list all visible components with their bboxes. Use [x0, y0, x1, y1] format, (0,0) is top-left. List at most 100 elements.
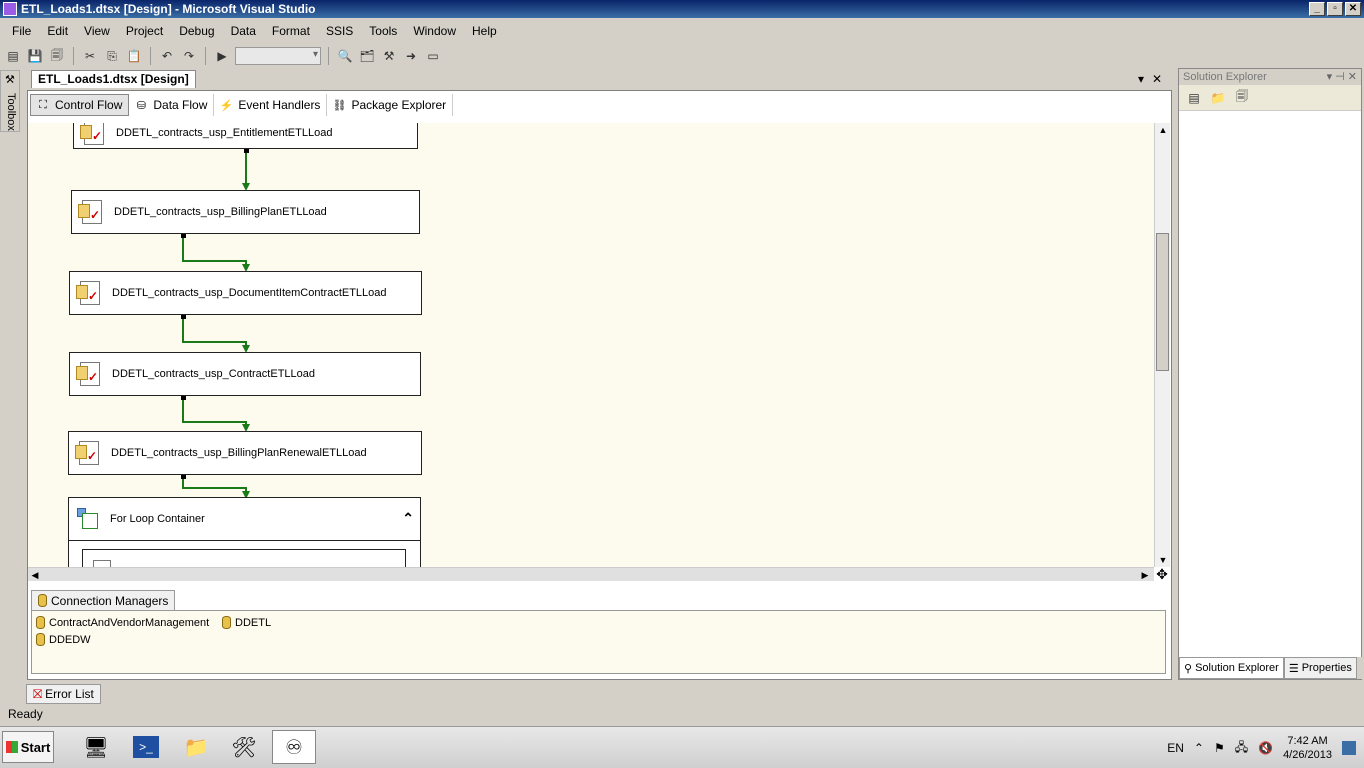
precedence-arrow[interactable]	[182, 315, 247, 349]
execute-sql-task[interactable]: ✓ DDETL_contracts_usp_BillingPlanRenewal…	[68, 431, 422, 475]
scroll-left-icon[interactable]: ◀	[28, 568, 42, 582]
clock[interactable]: 7:42 AM 4/26/2013	[1283, 734, 1332, 762]
menu-edit[interactable]: Edit	[39, 24, 76, 38]
scroll-right-icon[interactable]: ▶	[1138, 568, 1152, 582]
control-flow-canvas[interactable]: ✓ DDETL_contracts_usp_EntitlementETLLoad…	[28, 123, 1154, 567]
tab-data-flow[interactable]: ⛁ Data Flow	[129, 94, 215, 116]
event-handlers-icon: ⚡	[219, 99, 234, 112]
show-desktop-icon[interactable]	[1342, 741, 1356, 755]
for-loop-icon	[77, 508, 99, 530]
scroll-up-icon[interactable]: ▲	[1155, 123, 1171, 137]
show-hidden-icons-icon[interactable]: ⌃	[1194, 741, 1204, 755]
close-button[interactable]: ✕	[1345, 2, 1361, 16]
connection-manager-item[interactable]: ContractAndVendorManagement	[36, 616, 209, 629]
properties-icon: ☰	[1288, 662, 1299, 675]
panel-title: Solution Explorer	[1183, 71, 1267, 83]
for-loop-container[interactable]: For Loop Container ⌃	[68, 497, 421, 567]
powershell-icon[interactable]: >_	[124, 730, 168, 764]
container-label: For Loop Container	[110, 513, 205, 525]
find-icon[interactable]: 🔍	[336, 47, 354, 65]
task-label: DDETL_contracts_usp_EntitlementETLLoad	[116, 127, 333, 139]
clock-time: 7:42 AM	[1287, 735, 1328, 747]
properties-icon[interactable]: ▤	[1185, 89, 1203, 107]
network-icon[interactable]: 🖧	[1235, 738, 1248, 759]
menu-view[interactable]: View	[76, 24, 118, 38]
paste-icon[interactable]: 📋	[125, 47, 143, 65]
pan-icon[interactable]: ✥	[1154, 567, 1170, 581]
refresh-icon[interactable]: 🗐	[1233, 89, 1251, 107]
start-label: Start	[20, 739, 51, 755]
solution-explorer-panel: Solution Explorer ▾ ⊣ ✕ ▤ 📁 🗐 ⚲ Solution…	[1178, 68, 1363, 680]
taskbar: Start 🖥 >_ 📁 🛠 ♾ EN ⌃ ⚑ 🖧 🔇 7:42 AM 4/26…	[0, 726, 1364, 768]
task-label: DDETL_contracts_usp_BillingPlanRenewalET…	[111, 447, 367, 459]
connection-manager-item[interactable]: DDEDW	[36, 633, 91, 646]
tab-control-flow[interactable]: ⛶ Control Flow	[30, 94, 130, 116]
save-all-icon[interactable]: 🗐	[48, 47, 66, 65]
close-document-icon[interactable]: ✕	[1152, 72, 1162, 86]
start-debugging-icon[interactable]: ▶	[213, 47, 231, 65]
execute-sql-task[interactable]: ✓ DDETL_contracts_usp_EntitlementETLLoad	[73, 123, 418, 149]
precedence-arrow[interactable]	[182, 475, 247, 495]
execute-sql-task-icon: ✓	[80, 123, 108, 147]
copy-icon[interactable]: ⎘	[103, 47, 121, 65]
tab-properties[interactable]: ☰ Properties	[1283, 657, 1357, 679]
connection-managers-area[interactable]: ContractAndVendorManagement DDETL DDEDW	[31, 610, 1166, 674]
menu-ssis[interactable]: SSIS	[318, 24, 361, 38]
package-designer: ⛶ Control Flow ⛁ Data Flow ⚡ Event Handl…	[27, 90, 1172, 680]
explorer-icon[interactable]: 📁	[174, 730, 218, 764]
language-indicator[interactable]: EN	[1167, 741, 1184, 755]
execute-sql-task[interactable]: ✓ DDETL_contracts_usp_BillingPlanETLLoad	[71, 190, 420, 234]
properties-icon[interactable]: ⚒	[380, 47, 398, 65]
precedence-arrow[interactable]	[182, 396, 247, 428]
menu-format[interactable]: Format	[264, 24, 318, 38]
tab-solution-explorer[interactable]: ⚲ Solution Explorer	[1179, 657, 1284, 679]
connection-manager-item[interactable]: DDETL	[222, 616, 271, 629]
action-center-flag-icon[interactable]: ⚑	[1214, 741, 1225, 755]
tab-event-handlers[interactable]: ⚡ Event Handlers	[214, 94, 328, 116]
tab-package-explorer[interactable]: ⛓ Package Explorer	[327, 94, 454, 116]
sql-tools-icon[interactable]: 🛠	[222, 730, 266, 764]
canvas-vertical-scrollbar[interactable]: ▲ ▼	[1154, 123, 1170, 567]
menu-debug[interactable]: Debug	[171, 24, 222, 38]
menu-data[interactable]: Data	[223, 24, 264, 38]
cut-icon[interactable]: ✂	[81, 47, 99, 65]
volume-muted-icon[interactable]: 🔇	[1258, 741, 1273, 755]
active-files-dropdown-icon[interactable]: ▾	[1138, 72, 1144, 86]
visual-studio-taskbar-icon[interactable]: ♾	[272, 730, 316, 764]
menu-window[interactable]: Window	[405, 24, 464, 38]
minimize-button[interactable]: _	[1309, 2, 1325, 16]
restore-button[interactable]: ▫	[1327, 2, 1343, 16]
menu-help[interactable]: Help	[464, 24, 505, 38]
solution-configuration-dropdown[interactable]	[235, 47, 321, 65]
redo-icon[interactable]: ↷	[180, 47, 198, 65]
task-label: DDETL_contracts_usp_BillingPlanETLLoad	[114, 206, 327, 218]
menu-tools[interactable]: Tools	[361, 24, 405, 38]
menu-file[interactable]: File	[4, 24, 39, 38]
toolbox-tab[interactable]: ⚒ Toolbox	[0, 70, 20, 132]
document-tab[interactable]: ETL_Loads1.dtsx [Design]	[31, 70, 196, 88]
solution-explorer-icon[interactable]: 🗂	[358, 47, 376, 65]
save-icon[interactable]: 💾	[26, 47, 44, 65]
inner-task[interactable]	[82, 549, 406, 567]
show-all-files-icon[interactable]: 📁	[1209, 89, 1227, 107]
error-list-tab[interactable]: ⛝ Error List	[26, 684, 101, 704]
database-icon	[222, 616, 231, 629]
canvas-horizontal-scrollbar[interactable]: ◀ ▶	[28, 567, 1154, 581]
start-button[interactable]: Start	[2, 731, 54, 763]
system-tray: EN ⌃ ⚑ 🖧 🔇 7:42 AM 4/26/2013	[1167, 727, 1364, 768]
execute-sql-task[interactable]: ✓ DDETL_contracts_usp_ContractETLLoad	[69, 352, 421, 396]
new-project-icon[interactable]: ▤	[4, 47, 22, 65]
connection-managers-tab[interactable]: Connection Managers	[31, 590, 176, 610]
panel-controls[interactable]: ▾ ⊣ ✕	[1327, 69, 1357, 85]
object-browser-icon[interactable]: ➜	[402, 47, 420, 65]
scroll-down-icon[interactable]: ▼	[1155, 553, 1171, 567]
collapse-icon[interactable]: ⌃	[402, 510, 414, 527]
menu-project[interactable]: Project	[118, 24, 171, 38]
undo-icon[interactable]: ↶	[158, 47, 176, 65]
scroll-thumb[interactable]	[1156, 233, 1169, 371]
solution-explorer-toolbar: ▤ 📁 🗐	[1179, 85, 1361, 111]
server-manager-icon[interactable]: 🖥	[74, 730, 118, 764]
toolbox-icon[interactable]: ▭	[424, 47, 442, 65]
precedence-arrow[interactable]	[182, 234, 247, 268]
execute-sql-task[interactable]: ✓ DDETL_contracts_usp_DocumentItemContra…	[69, 271, 422, 315]
